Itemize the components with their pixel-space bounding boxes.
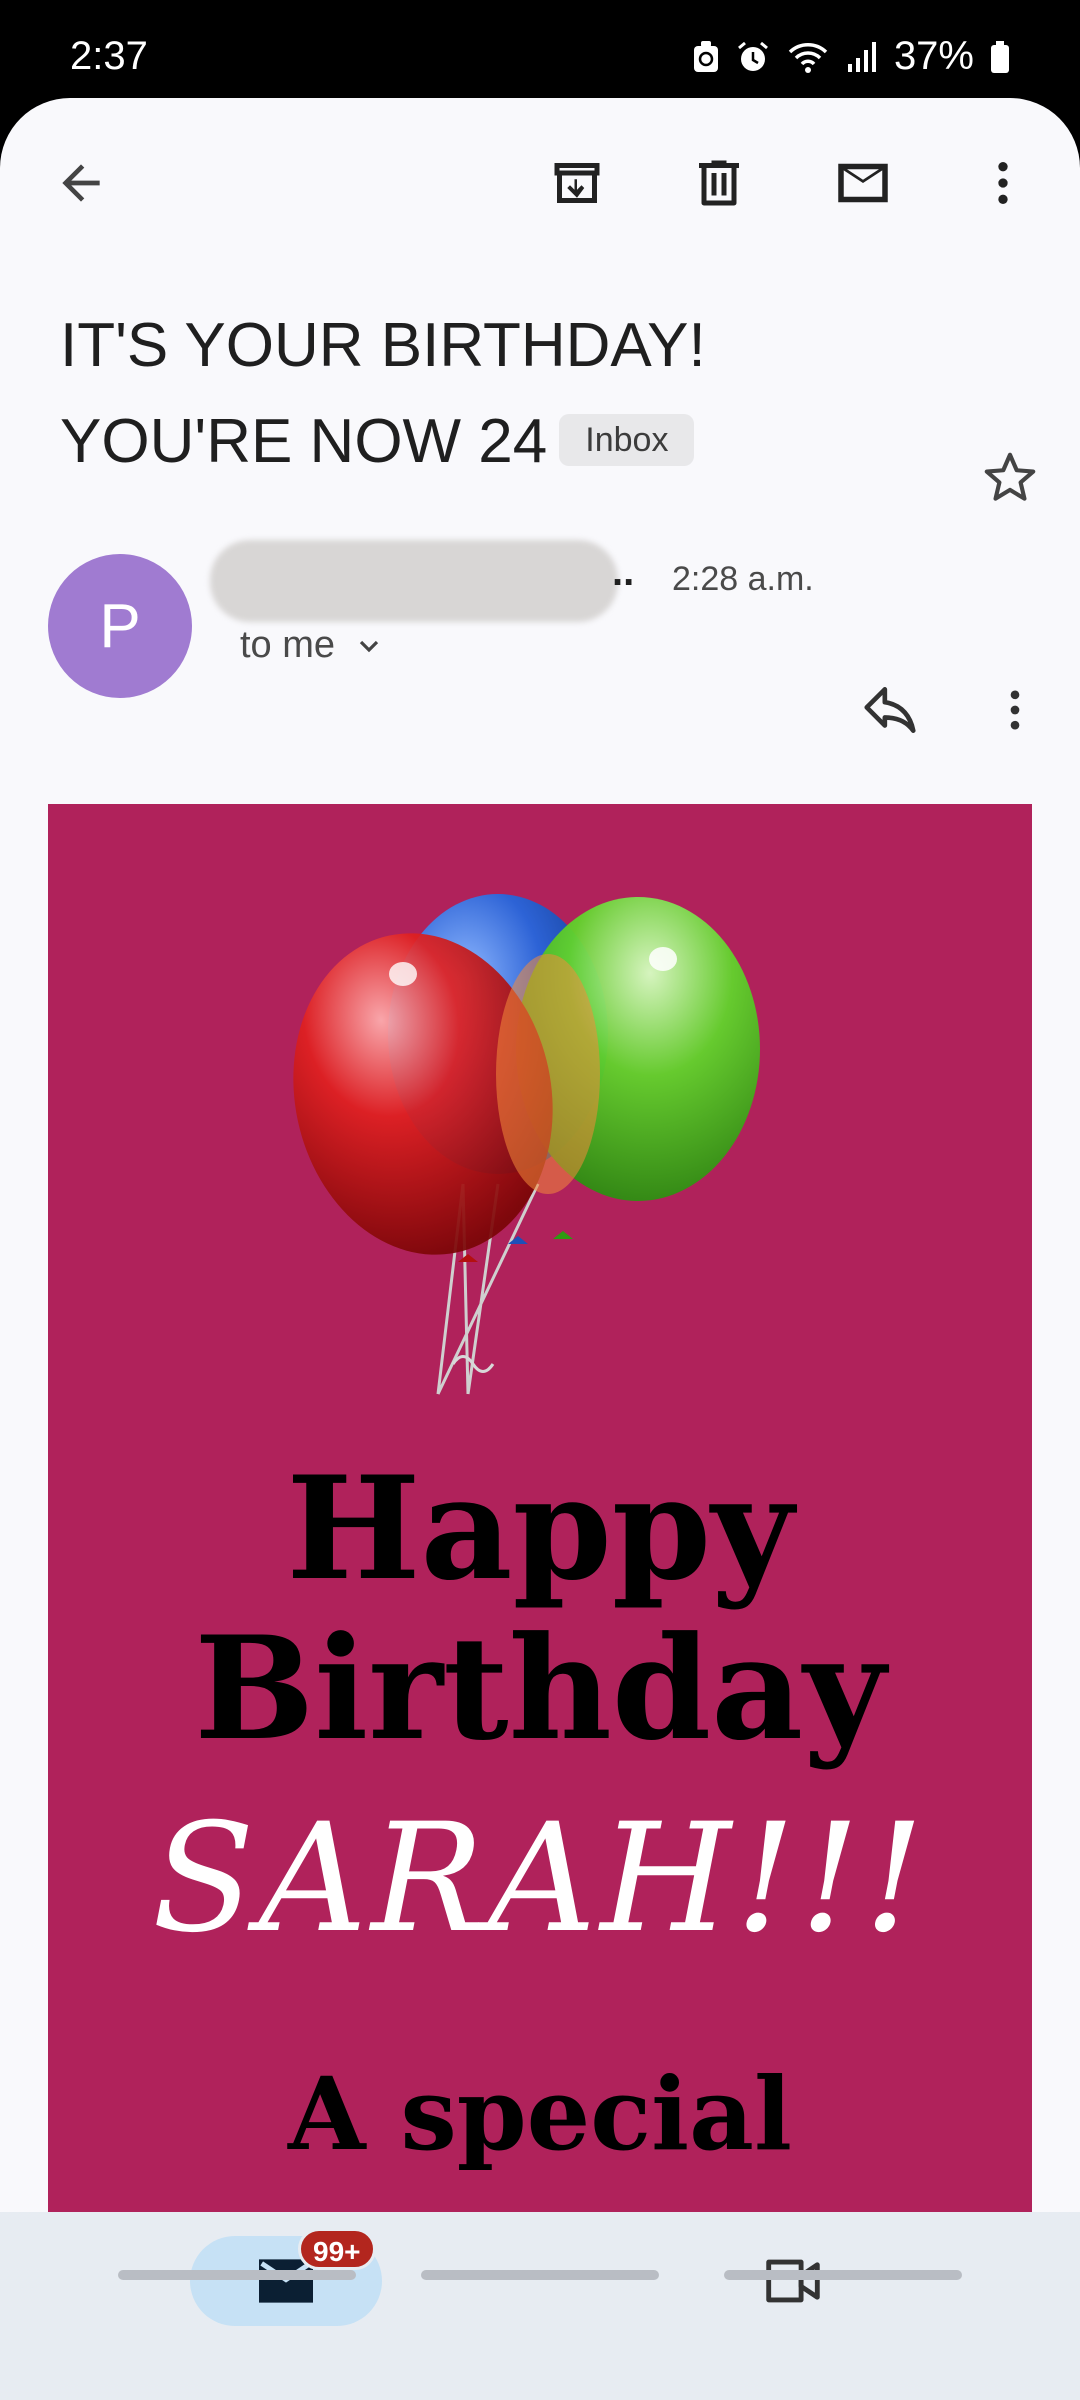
recycle-icon [693, 40, 718, 72]
recipient-label: to me [240, 624, 336, 666]
status-bar: 2:37 37% [0, 0, 1080, 110]
email-time: 2:28 a.m. [672, 560, 814, 598]
delete-button[interactable] [674, 138, 764, 228]
recipient-details-toggle[interactable]: to me [240, 624, 385, 667]
gesture-bar-center [421, 2270, 659, 2280]
message-more-button[interactable] [975, 670, 1055, 750]
sender-name-redacted [210, 540, 618, 622]
email-screen: IT'S YOUR BIRTHDAY! YOU'RE NOW 24 Inbox P… [0, 98, 1080, 2400]
more-options-button[interactable] [958, 138, 1048, 228]
sender-avatar[interactable]: P [48, 554, 192, 698]
archive-button[interactable] [532, 138, 622, 228]
delete-icon [699, 160, 739, 206]
status-time: 2:37 [70, 34, 148, 78]
email-subject: IT'S YOUR BIRTHDAY! YOU'RE NOW 24 Inbox [60, 298, 940, 490]
card-line-birthday: Birthday [194, 1606, 886, 1772]
card-name: SARAH!!! [152, 1792, 928, 1966]
chevron-down-icon [359, 640, 379, 652]
star-button[interactable] [970, 438, 1050, 518]
nav-meet-tab[interactable] [748, 2236, 838, 2326]
balloons-illustration [293, 894, 760, 1395]
bottom-navigation: 99+ [0, 2212, 1080, 2400]
card-next-line: A special [288, 2055, 792, 2173]
sender-ellipsis: .. [612, 550, 635, 594]
more-vert-icon [998, 162, 1008, 204]
mark-unread-button[interactable] [818, 138, 908, 228]
more-vert-icon [1010, 690, 1020, 730]
video-icon [766, 2259, 820, 2303]
mark-unread-icon [838, 163, 888, 203]
signal-icon [847, 41, 876, 72]
card-line-happy: Happy [286, 1446, 794, 1612]
reply-button[interactable] [850, 670, 930, 750]
gesture-bar-right [724, 2270, 962, 2280]
birthday-card-image: Happy Birthday SARAH!!! A special [48, 804, 1032, 2244]
battery-percent: 37% [893, 34, 974, 78]
back-arrow-icon [62, 164, 100, 202]
archive-icon [554, 163, 600, 203]
reply-icon [864, 687, 916, 733]
wifi-icon [788, 42, 828, 73]
gesture-bar-left [118, 2270, 356, 2280]
battery-icon [991, 40, 1009, 73]
inbox-label-chip[interactable]: Inbox [559, 413, 695, 466]
star-icon [984, 452, 1036, 501]
unread-count-badge: 99+ [298, 2228, 376, 2270]
toolbar [0, 98, 1080, 268]
alarm-icon [737, 41, 768, 71]
status-icons: 37% [692, 34, 1010, 79]
back-button[interactable] [36, 138, 126, 228]
